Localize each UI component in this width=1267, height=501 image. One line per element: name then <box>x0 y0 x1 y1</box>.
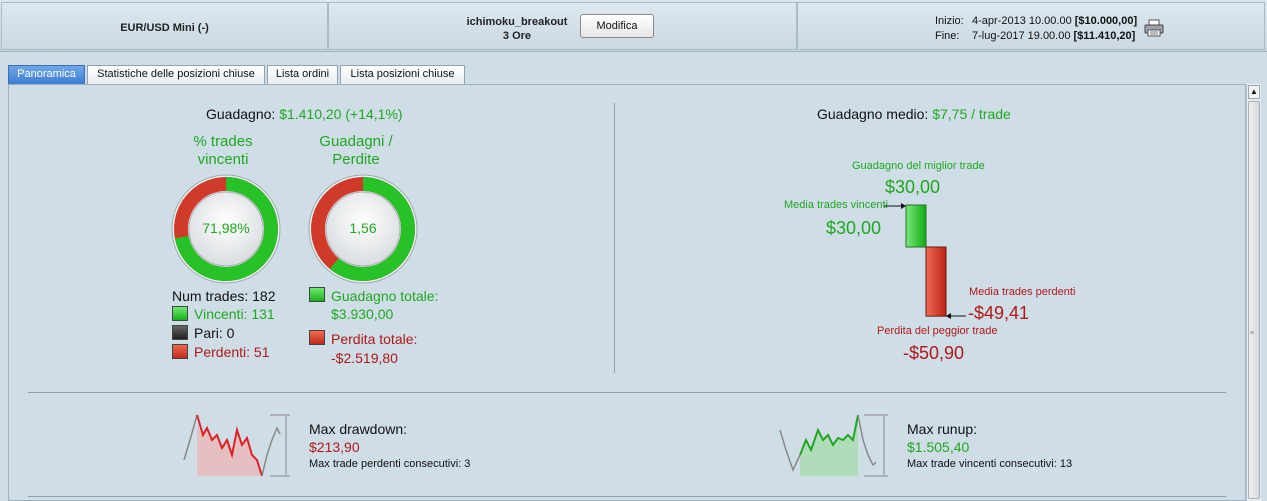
drawdown-label: Max drawdown: <box>309 421 408 437</box>
tab-orders[interactable]: Lista ordini <box>267 65 338 84</box>
start-value: [$10.000,00] <box>1074 15 1138 27</box>
strategy-cell: ichimoku_breakout 3 Ore Modifica <box>328 2 797 50</box>
worst-trade-value: -$50,90 <box>903 343 965 363</box>
winners-swatch <box>172 306 188 321</box>
ratio-ring-title: Guadagni / Perdite <box>300 133 412 169</box>
runup-consec: Max trade vincenti consecutivi: 13 <box>907 458 1073 470</box>
win-ring-title-line1: % trades <box>193 133 253 150</box>
tab-closed-stats[interactable]: Statistiche delle posizioni chiuse <box>87 65 265 84</box>
avg-win-value: $30,00 <box>826 218 882 238</box>
horizontal-divider <box>28 392 1226 393</box>
winners-count: Vincenti: 131 <box>194 306 275 322</box>
avg-loss-arrow-icon <box>946 313 951 319</box>
drawdown-sparkline <box>183 414 290 477</box>
num-trades: Num trades: 182 <box>172 288 276 304</box>
strategy-info: ichimoku_breakout 3 Ore <box>447 15 587 43</box>
tab-panoramica[interactable]: Panoramica <box>8 65 85 84</box>
runup-value: $1.505,40 <box>907 439 970 455</box>
end-date: 7-lug-2017 19.00.00 <box>972 30 1071 42</box>
avg-win-label: Media trades vincenti <box>784 199 888 211</box>
win-ring-title: % trades vincenti <box>167 133 279 169</box>
date-range: Inizio: 4-apr-2013 10.00.00 [$10.000,00] … <box>935 14 1137 44</box>
even-count: Pari: 0 <box>194 325 235 341</box>
total-loss-label: Perdita totale: <box>331 331 418 347</box>
instrument-name: EUR/USD Mini (-) <box>120 22 209 34</box>
timeframe: 3 Ore <box>502 30 532 42</box>
average-label: Guadagno medio: <box>817 106 929 122</box>
average-value: $7,75 / trade <box>932 106 1011 122</box>
runup-sparkline <box>779 414 888 477</box>
gain-label: Guadagno: <box>206 106 276 122</box>
horizontal-divider-bottom <box>28 496 1226 497</box>
worst-trade-label: Perdita del peggior trade <box>877 325 998 337</box>
total-gain-label: Guadagno totale: <box>331 288 439 304</box>
average-summary: Guadagno medio: $7,75 / trade <box>817 106 1011 122</box>
gain-value: $1.410,20 (+14,1%) <box>279 106 403 122</box>
avg-win-arrow-icon <box>901 203 906 209</box>
losers-count: Perdenti: 51 <box>194 344 270 360</box>
avg-win-bar <box>905 204 927 248</box>
avg-loss-bar <box>925 246 947 317</box>
printer-icon[interactable] <box>1144 19 1164 37</box>
modify-button[interactable]: Modifica <box>580 14 654 38</box>
header-bar: EUR/USD Mini (-) ichimoku_breakout 3 Ore… <box>0 0 1267 52</box>
total-loss-value: -$2.519,80 <box>331 350 398 366</box>
date-range-cell: Inizio: 4-apr-2013 10.00.00 [$10.000,00] … <box>797 2 1265 50</box>
gain-summary: Guadagno: $1.410,20 (+14,1%) <box>206 106 403 122</box>
end-value: [$11.410,20] <box>1073 30 1136 42</box>
strategy-name: ichimoku_breakout <box>466 16 568 28</box>
average-trade-chart <box>884 203 966 319</box>
total-gain-value: $3.930,00 <box>331 306 394 322</box>
total-loss-swatch <box>309 330 325 345</box>
vertical-scrollbar[interactable]: ▲ ≡ <box>1246 84 1261 501</box>
ratio-ring-value: 1,56 <box>349 220 377 236</box>
start-date: 4-apr-2013 10.00.00 <box>972 15 1072 27</box>
best-trade-label: Guadagno del miglior trade <box>852 160 985 172</box>
scroll-up-icon[interactable]: ▲ <box>1248 85 1260 99</box>
win-ring-value: 71,98% <box>202 220 250 236</box>
losers-swatch <box>172 344 188 359</box>
avg-loss-label: Media trades perdenti <box>969 286 1076 298</box>
end-label: Fine: <box>935 30 960 42</box>
ratio-ring-title-line2: Perdite <box>332 151 380 168</box>
even-swatch <box>172 325 188 340</box>
start-label: Inizio: <box>935 15 964 27</box>
tab-closed-positions[interactable]: Lista posizioni chiuse <box>340 65 465 84</box>
drawdown-value: $213,90 <box>309 439 360 455</box>
grip-icon: ≡ <box>1250 330 1255 337</box>
total-gain-swatch <box>309 287 325 302</box>
ratio-ring-title-line1: Guadagni / <box>319 133 393 150</box>
symbol-cell: EUR/USD Mini (-) <box>1 2 328 50</box>
win-ring-title-line2: vincenti <box>197 151 249 168</box>
drawdown-consec: Max trade perdenti consecutivi: 3 <box>309 458 471 470</box>
scroll-thumb[interactable] <box>1248 101 1260 499</box>
vertical-divider <box>614 103 615 373</box>
runup-label: Max runup: <box>907 421 978 437</box>
